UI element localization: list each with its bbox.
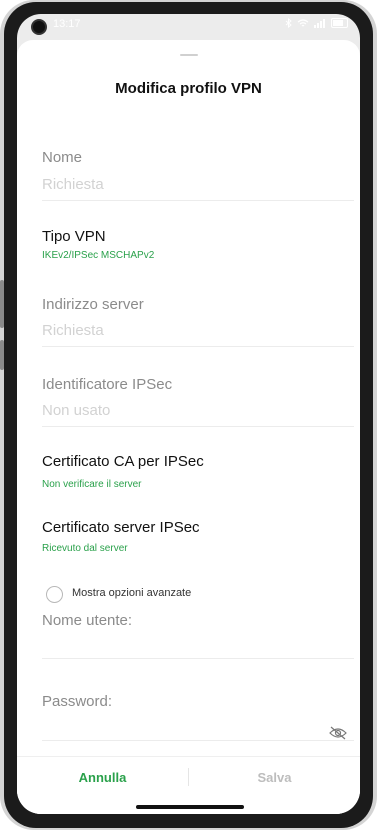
battery-icon: [331, 18, 348, 28]
wifi-icon: [297, 18, 309, 26]
username-label: Nome utente:: [42, 612, 133, 629]
cancel-button[interactable]: Annulla: [17, 770, 188, 785]
name-underline: [42, 200, 354, 201]
signal-icon: [314, 18, 325, 28]
page-title: Modifica profilo VPN: [115, 80, 262, 97]
save-button[interactable]: Salva: [189, 770, 360, 785]
side-button: [0, 280, 4, 328]
home-indicator[interactable]: [136, 805, 244, 809]
server-label: Indirizzo server: [42, 296, 144, 313]
password-label: Password:: [42, 693, 113, 710]
hide-password-icon[interactable]: [329, 726, 347, 740]
ipsec-id-label: Identificatore IPSec: [42, 376, 173, 393]
ca-cert-label[interactable]: Certificato CA per IPSec: [42, 453, 204, 470]
drag-handle[interactable]: [180, 54, 198, 56]
advanced-options-radio[interactable]: [46, 586, 63, 603]
name-label: Nome: [42, 149, 83, 166]
side-button: [0, 340, 4, 370]
ipsec-id-underline: [42, 426, 354, 427]
phone-frame: 13:17 Modifica profilo VPN Nome Richiest…: [0, 0, 377, 830]
server-cert-label[interactable]: Certificato server IPSec: [42, 519, 200, 536]
vpn-type-label[interactable]: Tipo VPN: [42, 228, 106, 245]
ipsec-id-input[interactable]: Non usato: [42, 402, 110, 419]
status-bar: 13:17: [17, 14, 360, 36]
server-input[interactable]: Richiesta: [42, 322, 104, 339]
screen: 13:17 Modifica profilo VPN Nome Richiest…: [17, 14, 360, 814]
vpn-type-value[interactable]: IKEv2/IPSec MSCHAPv2: [42, 250, 154, 261]
status-icons: [285, 18, 348, 28]
ca-cert-value[interactable]: Non verificare il server: [42, 479, 141, 490]
status-time: 13:17: [53, 18, 81, 30]
name-input[interactable]: Richiesta: [42, 176, 104, 193]
camera-hole: [31, 19, 47, 35]
password-input[interactable]: [42, 740, 354, 741]
server-cert-value[interactable]: Ricevuto dal server: [42, 543, 128, 554]
username-input[interactable]: [42, 658, 354, 659]
advanced-options-label[interactable]: Mostra opzioni avanzate: [72, 587, 191, 599]
server-underline: [42, 346, 354, 347]
bluetooth-icon: [285, 18, 292, 28]
